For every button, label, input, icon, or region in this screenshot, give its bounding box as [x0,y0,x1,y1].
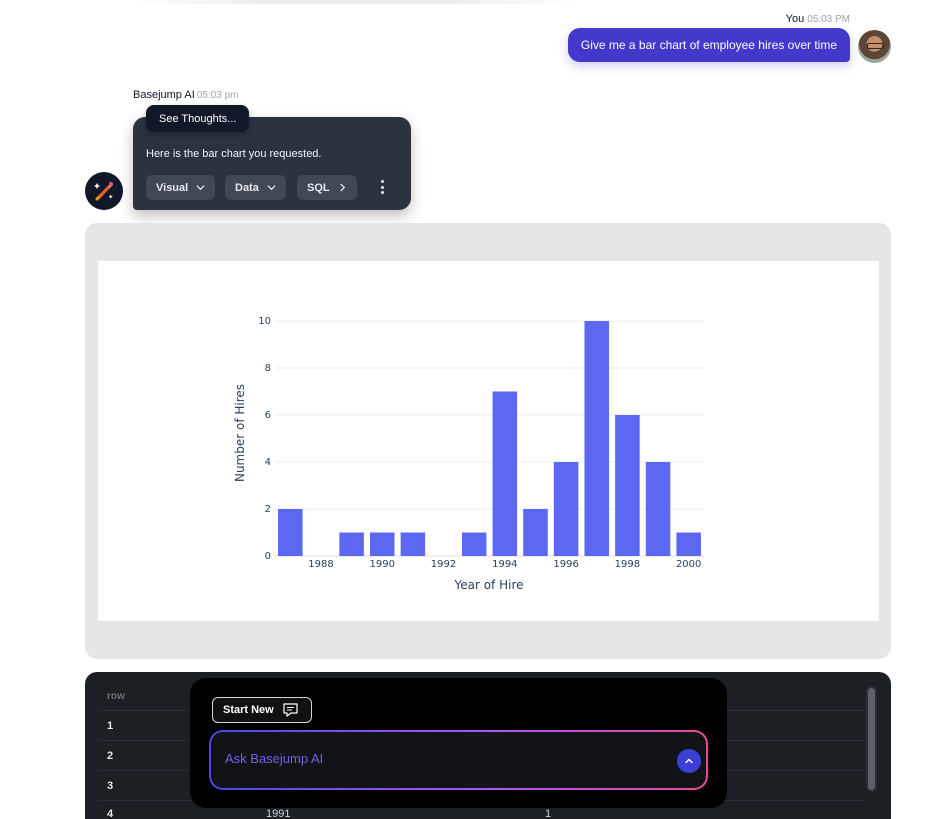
x-tick-label: 1990 [370,559,395,570]
bar[interactable] [523,509,548,556]
start-new-label: Start New [223,704,274,716]
bar[interactable] [645,462,671,556]
user-message-meta: You 05:03 PM [786,13,850,25]
start-new-button[interactable]: Start New [212,697,312,723]
chart-panel: 0 2 4 6 8 10 1988 1990 1992 1994 1996 1998 2000 Year… [98,261,879,621]
chevron-up-icon [685,758,693,764]
y-axis-label: Number of Hires [233,384,247,482]
visual-button-label: Visual [156,181,189,194]
chevron-right-icon [339,183,345,192]
bar[interactable] [339,532,364,557]
ai-author: Basejump AI [133,89,195,101]
bar[interactable] [615,415,640,556]
bar[interactable] [492,391,518,557]
user-author: You [785,13,805,25]
column-header-row: row [107,691,125,702]
data-button-label: Data [235,181,259,194]
chat-bubble-icon [283,703,298,717]
ask-input-border [209,730,708,790]
magic-wand-icon [94,182,113,201]
more-options-icon[interactable] [376,179,388,195]
bar[interactable] [584,321,610,556]
x-tick-label: 1994 [492,559,517,570]
data-button[interactable]: Data [225,175,286,200]
chevron-down-icon [196,185,205,191]
user-avatar [858,30,891,63]
table-scrollbar-thumb[interactable] [868,688,875,790]
x-tick-label: 1988 [308,559,333,570]
table-cell: 2 [107,750,114,762]
ask-input[interactable] [225,748,645,768]
y-tick-label: 8 [265,363,271,374]
bar[interactable] [553,462,579,556]
bar-chart: 0 2 4 6 8 10 1988 1990 1992 1994 1996 1998 2000 Year… [233,316,704,592]
table-cell: 1 [545,808,552,819]
user-message-bubble: Give me a bar chart of employee hires ov… [567,28,850,62]
table-cell: 4 [107,808,114,819]
table-cell: 1 [107,720,114,732]
x-tick-label: 1992 [431,559,456,570]
bar[interactable] [278,509,303,556]
user-message-time: 05:03 PM [807,14,850,25]
table-cell: 3 [107,780,114,792]
ai-avatar [85,172,123,210]
bar[interactable] [400,532,426,557]
x-tick-label: 2000 [676,559,701,570]
bar[interactable] [461,532,487,557]
ask-input-container [211,732,706,788]
previous-message-shadow [130,0,580,4]
ai-message-text: Here is the bar chart you requested. [146,148,322,160]
y-tick-label: 0 [265,551,271,562]
visual-button[interactable]: Visual [146,175,216,200]
see-thoughts-button[interactable]: See Thoughts... [146,105,250,132]
ai-message-time: 05:03 pm [196,90,239,101]
table-cell: 1991 [266,808,291,819]
sql-button-label: SQL [307,181,330,194]
send-button[interactable] [677,749,701,773]
y-tick-label: 4 [265,457,271,468]
bar[interactable] [369,532,395,557]
x-tick-label: 1996 [553,559,578,570]
chevron-down-icon [267,185,276,191]
y-tick-label: 6 [265,410,271,421]
ai-message-meta: Basejump AI 05:03 pm [133,89,238,101]
x-tick-label: 1998 [615,559,640,570]
sql-button[interactable]: SQL [297,175,357,200]
bar[interactable] [676,532,701,557]
x-axis-label: Year of Hire [453,578,523,592]
y-tick-label: 2 [265,504,271,515]
y-tick-label: 10 [258,316,271,327]
